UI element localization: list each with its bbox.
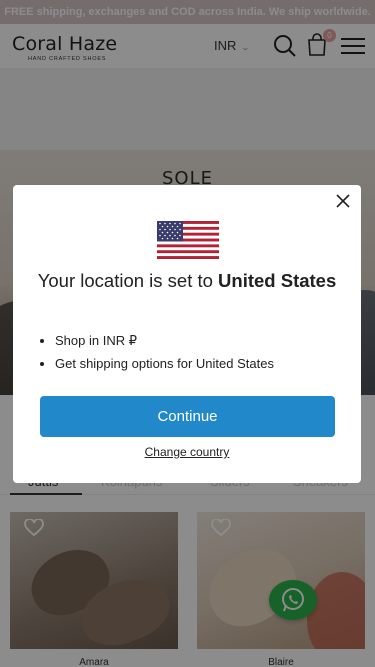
list-item: Shop in INR ₽ [55,333,274,349]
modal-title-prefix: Your location is set to [37,270,213,291]
modal-title: Your location is set to United States [33,269,341,292]
continue-button[interactable]: Continue [40,396,335,437]
us-flag-icon [157,221,219,259]
modal-country: United States [218,270,337,291]
close-button[interactable] [335,193,351,209]
location-modal: Your location is set to United States Sh… [13,185,361,483]
modal-bullet-list: Shop in INR ₽ Get shipping options for U… [55,333,274,378]
list-item: Get shipping options for United States [55,356,274,371]
close-icon [336,194,350,208]
change-country-link[interactable]: Change country [13,445,361,459]
